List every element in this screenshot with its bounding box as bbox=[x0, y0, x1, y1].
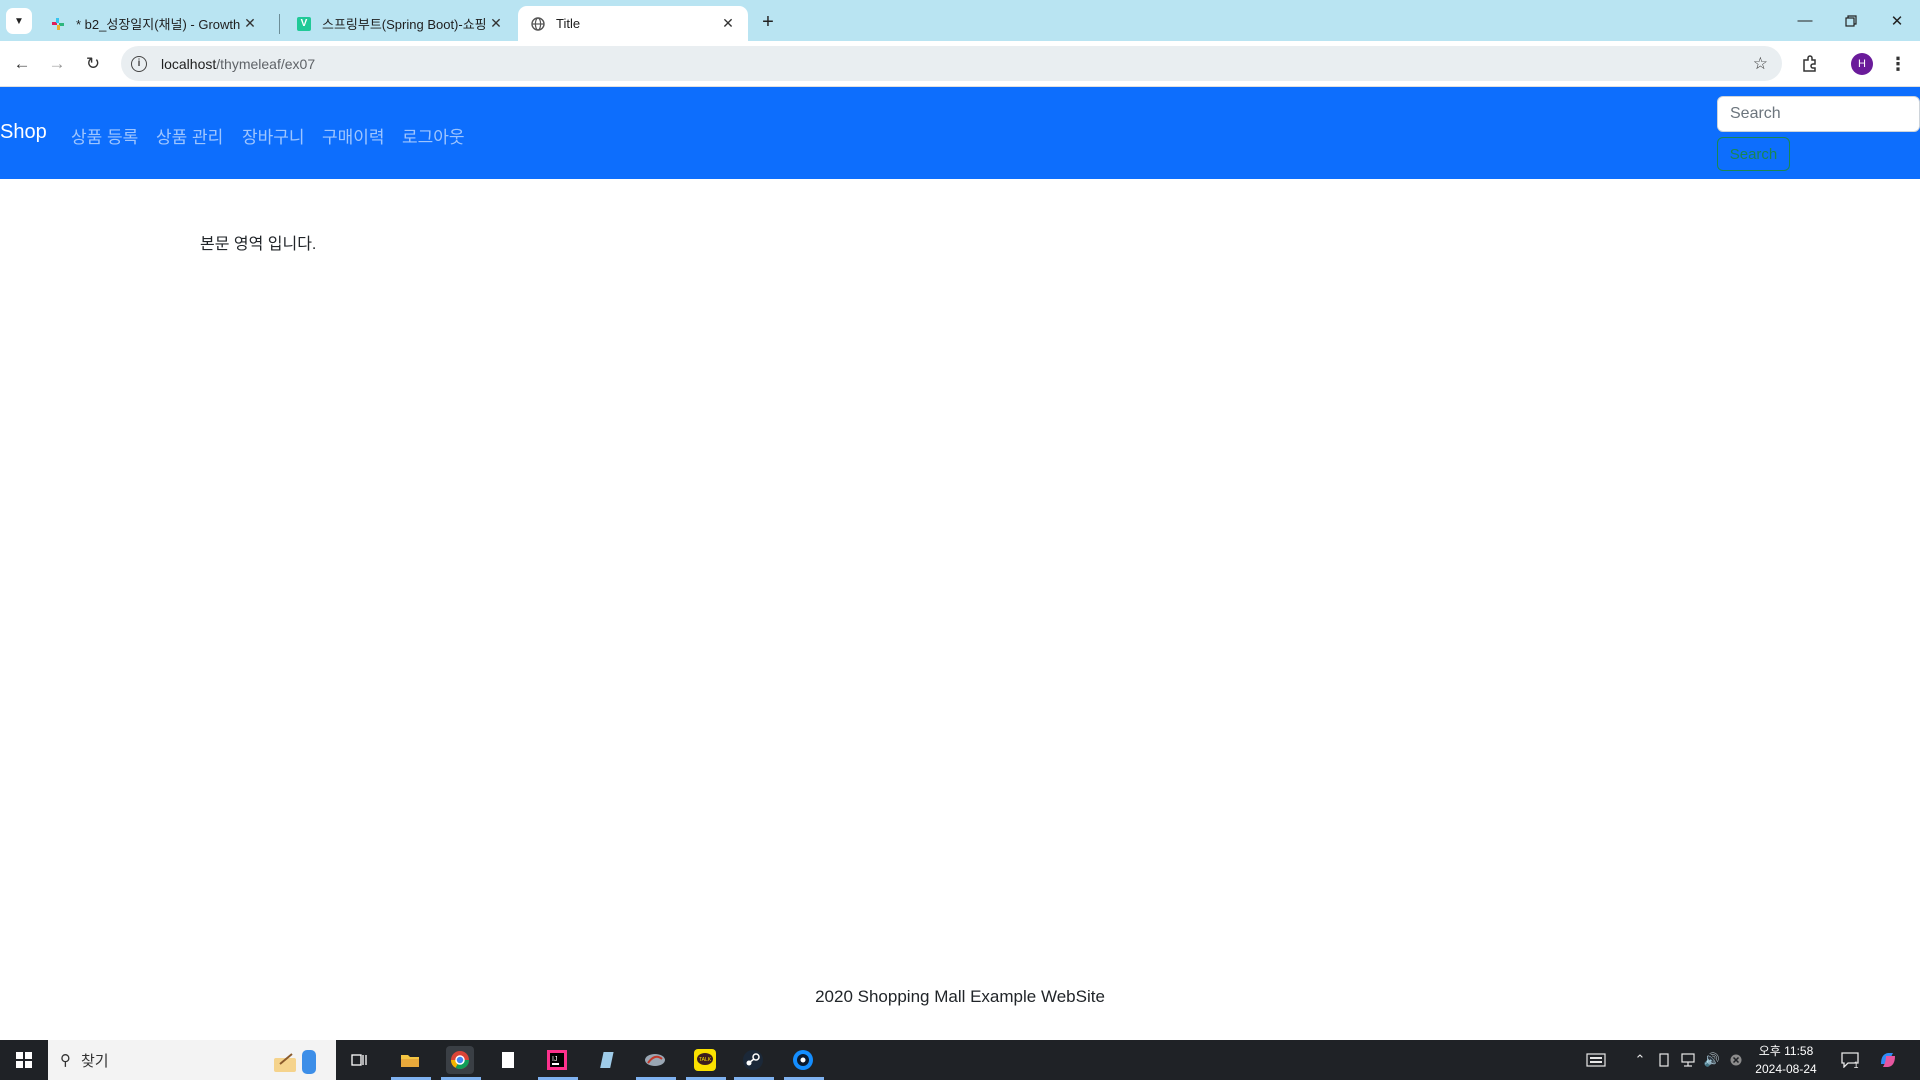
error-status-icon[interactable] bbox=[1724, 1040, 1748, 1080]
tab-growth[interactable]: * b2_성장일지(채널) - Growth ✕ bbox=[38, 6, 270, 41]
clock-date: 2024-08-24 bbox=[1755, 1062, 1817, 1076]
tab-title: Title bbox=[556, 16, 581, 31]
nav-link-product-manage[interactable]: 상품 관리 bbox=[156, 123, 223, 148]
chevron-down-icon: ▼ bbox=[14, 15, 24, 27]
battle-net-icon[interactable] bbox=[789, 1046, 817, 1074]
nav-link-cart[interactable]: 장바구니 bbox=[242, 123, 305, 148]
browser-toolbar: ← → ↻ i localhost/thymeleaf/ex07 ☆ bbox=[0, 41, 1920, 87]
more-menu-icon[interactable]: ⋮ bbox=[1886, 50, 1910, 78]
mysql-workbench-icon[interactable] bbox=[641, 1046, 669, 1074]
chrome-icon[interactable] bbox=[446, 1046, 474, 1074]
search-icon: ⚲ bbox=[60, 1052, 71, 1069]
kakaotalk-icon[interactable]: TALK bbox=[691, 1046, 719, 1074]
taskbar-clock[interactable]: 오후 11:58 2024-08-24 bbox=[1748, 1042, 1824, 1078]
body-content-text: 본문 영역 입니다. bbox=[200, 236, 317, 253]
taskbar-search-box[interactable]: ⚲ 찾기 bbox=[48, 1040, 336, 1080]
browser-tab-bar: ▼ * b2_성장일지(채널) - Growth ✕ V 스프링부트(Sprin… bbox=[0, 0, 1920, 41]
notification-count-badge: 1 bbox=[1853, 1060, 1859, 1070]
tab-search-button[interactable]: ▼ bbox=[6, 8, 32, 34]
file-explorer-icon[interactable] bbox=[396, 1046, 424, 1074]
address-bar[interactable]: i localhost/thymeleaf/ex07 ☆ bbox=[121, 46, 1782, 81]
restore-icon[interactable] bbox=[1828, 0, 1874, 41]
site-info-icon[interactable]: i bbox=[131, 55, 147, 72]
profile-avatar[interactable]: H bbox=[1851, 53, 1873, 75]
volume-icon[interactable]: 🔊 bbox=[1700, 1040, 1724, 1080]
brand-link[interactable]: Shop bbox=[0, 121, 47, 144]
search-button[interactable]: Search bbox=[1717, 137, 1790, 171]
close-icon[interactable]: ✕ bbox=[242, 15, 258, 32]
new-tab-plus-icon[interactable]: + bbox=[756, 10, 780, 34]
svg-text:IJ: IJ bbox=[552, 1056, 557, 1063]
footer-text: 2020 Shopping Mall Example WebSite bbox=[815, 987, 1105, 1006]
keyboard-layout-icon[interactable] bbox=[1580, 1040, 1612, 1080]
intellij-icon[interactable]: IJ bbox=[543, 1046, 571, 1074]
extensions-puzzle-icon[interactable] bbox=[1796, 50, 1824, 78]
chevron-up-icon[interactable]: ⌃ bbox=[1628, 1040, 1652, 1080]
back-arrow-icon[interactable]: ← bbox=[8, 50, 36, 78]
svg-text:TALK: TALK bbox=[699, 1057, 712, 1063]
notepad-icon[interactable] bbox=[494, 1046, 522, 1074]
search-input[interactable] bbox=[1717, 96, 1920, 132]
slack-favicon-icon bbox=[50, 16, 66, 32]
typora-icon[interactable] bbox=[592, 1046, 620, 1074]
url-text: localhost/thymeleaf/ex07 bbox=[161, 55, 316, 72]
tab-title: * b2_성장일지(채널) - Growth bbox=[76, 17, 241, 32]
steam-icon[interactable] bbox=[739, 1046, 767, 1074]
windows-start-icon[interactable] bbox=[0, 1040, 48, 1080]
task-view-icon[interactable] bbox=[345, 1046, 373, 1074]
copilot-icon[interactable] bbox=[1872, 1040, 1904, 1080]
globe-icon bbox=[530, 16, 546, 32]
site-navbar: Shop 상품 등록 상품 관리 장바구니 구매이력 로그아웃 Search bbox=[0, 87, 1920, 179]
bookmark-star-icon[interactable]: ☆ bbox=[1753, 54, 1768, 74]
windows-taskbar: ⚲ 찾기 IJ TALK ⌃ 🔊 오후 11:58 2024-08-24 1 bbox=[0, 1040, 1920, 1080]
tab-title-active[interactable]: Title ✕ bbox=[518, 6, 748, 41]
nav-link-logout[interactable]: 로그아웃 bbox=[402, 123, 465, 148]
tab-divider bbox=[279, 14, 280, 34]
taskbar-search-label: 찾기 bbox=[81, 1052, 109, 1070]
usb-device-icon[interactable] bbox=[1652, 1040, 1676, 1080]
minimize-icon[interactable]: — bbox=[1782, 0, 1828, 41]
close-icon[interactable]: ✕ bbox=[488, 15, 504, 32]
tab-title: 스프링부트(Spring Boot)-쇼핑 bbox=[322, 17, 487, 32]
close-icon[interactable]: ✕ bbox=[720, 15, 736, 32]
notification-center-icon[interactable]: 1 bbox=[1834, 1040, 1866, 1080]
reload-icon[interactable]: ↻ bbox=[79, 50, 107, 78]
tab-spring-boot[interactable]: V 스프링부트(Spring Boot)-쇼핑 ✕ bbox=[284, 6, 516, 41]
network-icon[interactable] bbox=[1676, 1040, 1700, 1080]
velog-favicon-icon: V bbox=[296, 16, 312, 32]
nav-link-order-history[interactable]: 구매이력 bbox=[322, 123, 385, 148]
nav-link-product-register[interactable]: 상품 등록 bbox=[71, 123, 138, 148]
window-close-icon[interactable]: ✕ bbox=[1874, 0, 1920, 41]
search-highlight-illustration-icon bbox=[266, 1044, 326, 1076]
clock-time: 오후 11:58 bbox=[1758, 1044, 1814, 1058]
forward-arrow-icon[interactable]: → bbox=[43, 50, 71, 78]
